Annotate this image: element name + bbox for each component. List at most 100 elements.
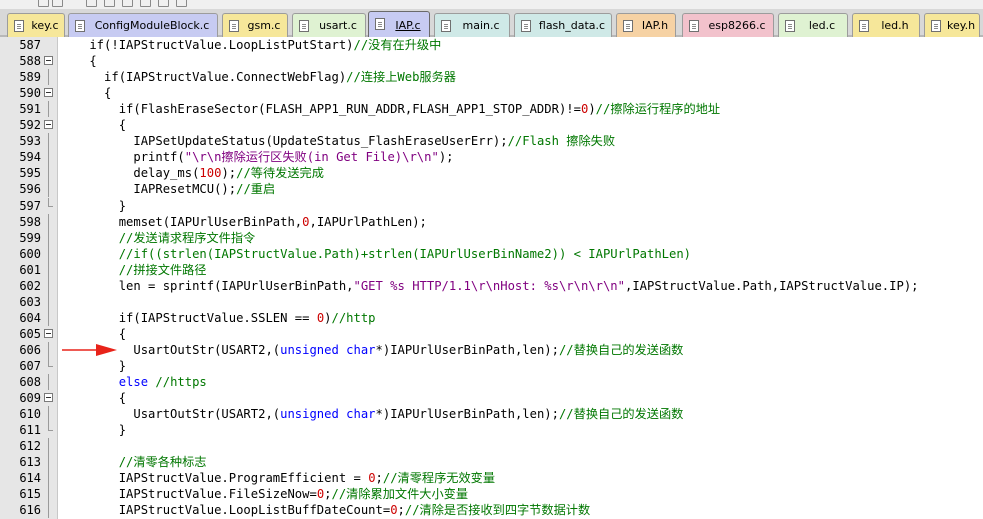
line-number: 603 [19,294,41,309]
fold-toggle-icon[interactable] [44,120,53,130]
code-line[interactable]: 588 { [0,53,983,69]
toolbar [0,0,983,9]
fold-toggle-icon[interactable] [44,56,53,66]
toolbar-button[interactable] [122,0,133,7]
code-token: if(!IAPStructValue.LoopListPutStart) [60,38,354,52]
code-line[interactable]: 608 else //https [0,374,983,391]
code-line[interactable]: 591 if(FlashEraseSector(FLASH_APP1_RUN_A… [0,101,983,118]
line-number: 596 [19,182,41,197]
code-line[interactable]: 601 //拼接文件路径 [0,261,983,278]
code-token: ) [588,102,596,117]
code-line[interactable]: 599 //发送请求程序文件指令 [0,229,983,246]
code-comment: //清零各种标志 [60,455,207,470]
code-line[interactable]: 597 } [0,197,983,214]
file-icon [521,20,531,32]
fold-guide [48,406,49,423]
tab-iap-c[interactable]: IAP.c [368,11,430,38]
tab-usart-c[interactable]: usart.c [292,13,366,37]
code-token: printf( [60,150,185,165]
fold-guide [48,293,49,310]
toolbar-button[interactable] [86,0,97,7]
code-line[interactable]: 592 { [0,117,983,133]
code-line[interactable]: 615 IAPStructValue.FileSizeNow=0;//清除累加文… [0,486,983,503]
code-token: *)IAPUrlUserBinPath,len); [375,407,559,422]
code-token: UsartOutStr(USART2,( [60,407,281,422]
code-line[interactable]: 590 { [0,85,983,101]
code-number: 0 [368,471,376,486]
fold-toggle-icon[interactable] [44,88,53,98]
code-line[interactable]: 602 len = sprintf(IAPUrlUserBinPath,"GET… [0,277,983,294]
code-line[interactable]: 593 IAPSetUpdateStatus(UpdateStatus_Flas… [0,133,983,150]
code-line[interactable]: 604 if(IAPStructValue.SSLEN == 0)//http [0,309,983,326]
code-editor[interactable]: 587 if(!IAPStructValue.LoopListPutStart)… [0,37,983,519]
file-icon [859,20,869,32]
code-text: len = sprintf(IAPUrlUserBinPath,"GET %s … [60,278,919,294]
code-text: UsartOutStr(USART2,(unsigned char*)IAPUr… [60,406,683,422]
line-number: 606 [19,342,41,357]
code-line[interactable]: 613 //清零各种标志 [0,454,983,471]
tab-key-h[interactable]: key.h [924,13,980,37]
tab-led-h[interactable]: led.h [852,13,920,37]
tab-esp8266-c[interactable]: esp8266.c [682,13,774,37]
code-line[interactable]: 589 if(IAPStructValue.ConnectWebFlag)//连… [0,69,983,86]
code-text: if(IAPStructValue.SSLEN == 0)//http [60,310,376,326]
tab-led-c[interactable]: led.c [778,13,848,37]
fold-toggle-icon[interactable] [44,393,53,403]
line-number: 594 [19,150,41,165]
code-line[interactable]: 605 { [0,326,983,342]
code-line[interactable]: 616 IAPStructValue.LoopListBuffDateCount… [0,502,983,519]
code-token: *)IAPUrlUserBinPath,len); [375,342,559,357]
code-line[interactable]: 607 } [0,358,983,374]
code-line[interactable]: 587 if(!IAPStructValue.LoopListPutStart)… [0,37,983,53]
line-number: 605 [19,326,41,341]
code-token: } [60,423,127,438]
tab-configmoduleblock-c[interactable]: ConfigModuleBlock.c [68,13,218,37]
fold-guide [48,341,49,358]
code-text: //if((strlen(IAPStructValue.Path)+strlen… [60,246,691,262]
code-line[interactable]: 600 //if((strlen(IAPStructValue.Path)+st… [0,245,983,262]
code-line[interactable]: 606 UsartOutStr(USART2,(unsigned char*)I… [0,341,983,358]
code-token: IAPSetUpdateStatus(UpdateStatus_FlashEra… [60,134,508,149]
tab-iap-h[interactable]: IAP.h [616,13,676,37]
toolbar-button[interactable] [38,0,49,7]
tab-main-c[interactable]: main.c [434,13,510,37]
code-line[interactable]: 596 IAPResetMCU();//重启 [0,181,983,198]
fold-guide [48,470,49,487]
tab-key-c[interactable]: key.c [7,13,65,37]
code-line[interactable]: 609 { [0,390,983,406]
line-number: 611 [19,423,41,438]
code-line[interactable]: 611 } [0,422,983,438]
tab-label: main.c [462,19,500,32]
code-comment: //发送请求程序文件指令 [60,230,256,245]
toolbar-button[interactable] [176,0,187,7]
toolbar-button[interactable] [158,0,169,7]
line-number: 613 [19,455,41,470]
code-comment: //连接上Web服务器 [346,70,456,85]
toolbar-button[interactable] [52,0,63,7]
line-number: 600 [19,246,41,261]
tab-flash-data-c[interactable]: flash_data.c [514,13,612,37]
code-line[interactable]: 594 printf("\r\n擦除运行区失败(in Get File)\r\n… [0,149,983,166]
code-text: IAPSetUpdateStatus(UpdateStatus_FlashEra… [60,133,615,149]
code-token: ,IAPUrlPathLen); [309,214,427,229]
code-token: { [60,54,97,69]
tab-label: esp8266.c [708,19,766,32]
toolbar-button[interactable] [140,0,151,7]
code-line[interactable]: 603 [0,293,983,310]
tab-gsm-c[interactable]: gsm.c [222,13,288,37]
code-keyword: char [346,407,376,422]
fold-guide [48,229,49,246]
code-line[interactable]: 598 memset(IAPUrlUserBinPath,0,IAPUrlPat… [0,213,983,230]
code-token: ); [221,166,237,181]
code-line[interactable]: 614 IAPStructValue.ProgramEfficient = 0;… [0,470,983,487]
fold-guide [48,101,49,118]
code-line[interactable]: 610 UsartOutStr(USART2,(unsigned char*)I… [0,406,983,423]
code-text: //清零各种标志 [60,454,207,470]
code-line[interactable]: 612 [0,438,983,455]
code-line[interactable]: 595 delay_ms(100);//等待发送完成 [0,165,983,182]
fold-guide [48,309,49,326]
toolbar-button[interactable] [104,0,115,7]
red-arrow-icon [62,343,117,356]
tab-label: usart.c [319,19,357,32]
fold-toggle-icon[interactable] [44,328,53,338]
